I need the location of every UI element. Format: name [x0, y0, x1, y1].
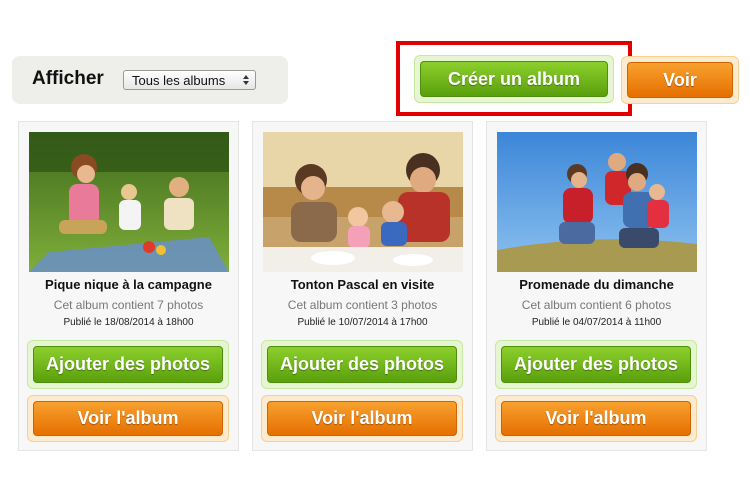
select-arrows-icon [243, 75, 249, 85]
add-photos-button[interactable]: Ajouter des photos [501, 346, 691, 383]
view-button[interactable]: Voir [627, 62, 733, 98]
sunday-walk-photo [497, 132, 697, 272]
album-photo-count: Cet album contient 6 photos [521, 298, 672, 312]
filter-bar: Afficher Tous les albums [12, 56, 288, 104]
add-photos-button[interactable]: Ajouter des photos [267, 346, 457, 383]
highlight-box [396, 41, 632, 116]
album-publish-date: Publié le 10/07/2014 à 17h00 [297, 317, 428, 328]
album-cover-image[interactable] [263, 132, 463, 272]
album-title: Promenade du dimanche [519, 277, 674, 292]
album-cover-image[interactable] [497, 132, 697, 272]
album-cover-image[interactable] [29, 132, 229, 272]
view-album-button[interactable]: Voir l'album [501, 401, 691, 436]
album-title: Pique nique à la campagne [45, 277, 212, 292]
album-publish-date: Publié le 04/07/2014 à 11h00 [531, 317, 662, 328]
album-photo-count: Cet album contient 7 photos [53, 298, 204, 312]
album-publish-date: Publié le 18/08/2014 à 18h00 [63, 317, 194, 328]
filter-label: Afficher [32, 68, 104, 89]
add-photos-button[interactable]: Ajouter des photos [33, 346, 223, 383]
album-filter-select[interactable]: Tous les albums [123, 70, 256, 90]
view-album-button[interactable]: Voir l'album [267, 401, 457, 436]
view-album-frame: Voir l'album [27, 395, 229, 442]
album-title: Tonton Pascal en visite [290, 277, 435, 292]
add-photos-frame: Ajouter des photos [495, 340, 697, 389]
view-frame: Voir [621, 56, 739, 104]
view-album-frame: Voir l'album [261, 395, 463, 442]
view-album-frame: Voir l'album [495, 395, 697, 442]
album-card: Pique nique à la campagne Cet album cont… [18, 121, 239, 451]
view-album-button[interactable]: Voir l'album [33, 401, 223, 436]
album-filter-value: Tous les albums [132, 73, 226, 88]
album-card: Tonton Pascal en visite Cet album contie… [252, 121, 473, 451]
picnic-photo [29, 132, 229, 272]
family-dinner-photo [263, 132, 463, 272]
add-photos-frame: Ajouter des photos [261, 340, 463, 389]
add-photos-frame: Ajouter des photos [27, 340, 229, 389]
album-photo-count: Cet album contient 3 photos [287, 298, 438, 312]
album-card: Promenade du dimanche Cet album contient… [486, 121, 707, 451]
